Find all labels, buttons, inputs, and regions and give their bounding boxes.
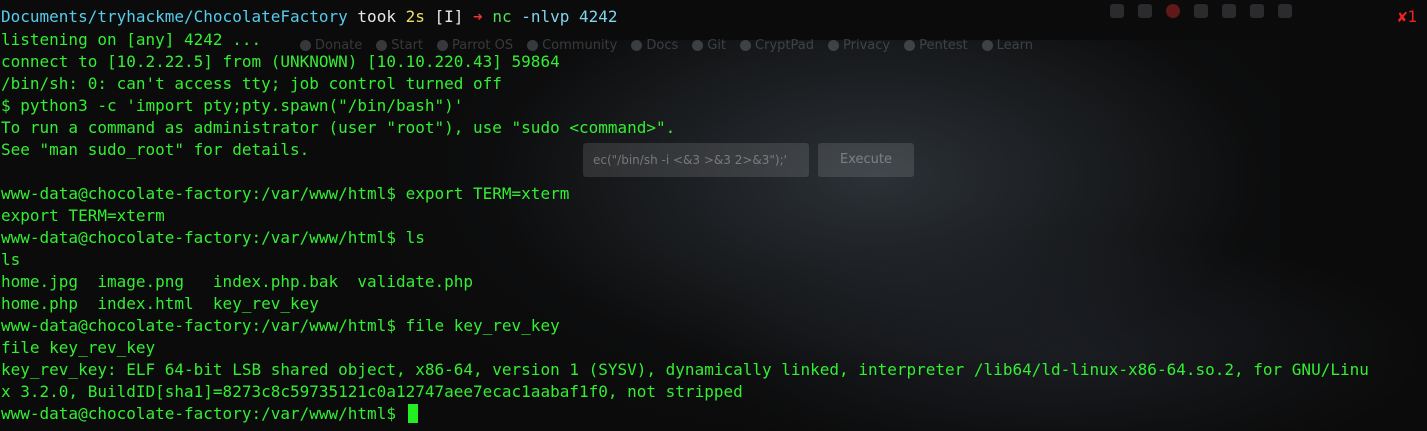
command-args: -nlvp 4242 xyxy=(521,7,618,26)
output-line: ls xyxy=(1,250,21,269)
prompt-vi-mode: [I] xyxy=(434,7,464,26)
output-line: key_rev_key: ELF 64-bit LSB shared objec… xyxy=(1,360,1369,379)
output-line: home.jpg image.png index.php.bak validat… xyxy=(1,272,474,291)
terminal-window[interactable]: Documents/tryhackme/ChocolateFactory too… xyxy=(0,0,1427,431)
prompt-took-label: took xyxy=(357,7,396,26)
command-name: nc xyxy=(492,7,512,26)
output-line: www-data@chocolate-factory:/var/www/html… xyxy=(1,316,560,335)
output-line: connect to [10.2.22.5] from (UNKNOWN) [1… xyxy=(1,52,560,71)
prompt-duration: 2s xyxy=(405,7,425,26)
shell-prompt-line: Documents/tryhackme/ChocolateFactory too… xyxy=(1,6,618,28)
output-line: home.php index.html key_rev_key xyxy=(1,294,319,313)
current-prompt-line[interactable]: www-data@chocolate-factory:/var/www/html… xyxy=(1,403,418,425)
output-line: www-data@chocolate-factory:/var/www/html… xyxy=(1,228,425,247)
output-line: x 3.2.0, BuildID[sha1]=8273c8c59735121c0… xyxy=(1,382,743,401)
output-line: www-data@chocolate-factory:/var/www/html… xyxy=(1,184,570,203)
current-prompt: www-data@chocolate-factory:/var/www/html… xyxy=(1,404,406,423)
output-line: export TERM=xterm xyxy=(1,206,165,225)
prompt-arrow-icon: ➜ xyxy=(473,7,483,26)
terminal-cursor xyxy=(407,404,418,423)
output-line: $ python3 -c 'import pty;pty.spawn("/bin… xyxy=(1,96,464,115)
output-line: /bin/sh: 0: can't access tty; job contro… xyxy=(1,74,502,93)
output-line: See "man sudo_root" for details. xyxy=(1,140,310,159)
prompt-directory: Documents/tryhackme/ChocolateFactory xyxy=(1,7,348,26)
output-line: listening on [any] 4242 ... xyxy=(1,30,262,49)
exit-status: ✘1 xyxy=(1397,7,1417,26)
output-line: file key_rev_key xyxy=(1,338,156,357)
output-line: To run a command as administrator (user … xyxy=(1,118,676,137)
